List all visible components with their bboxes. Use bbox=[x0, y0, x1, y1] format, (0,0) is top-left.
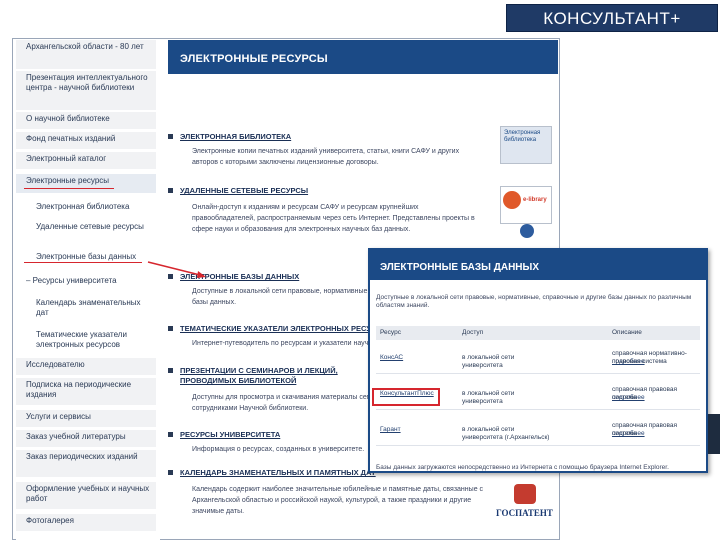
highlight-underline bbox=[24, 262, 142, 263]
resource-link[interactable]: КонсАС bbox=[380, 354, 403, 361]
sidebar-item-anniversary[interactable]: Архангельской области - 80 лет bbox=[16, 40, 156, 70]
section-title-link[interactable]: ЭЛЕКТРОННЫЕ БАЗЫ ДАННЫХ bbox=[180, 272, 299, 281]
sidebar-item-label: Подписка на периодические издания bbox=[26, 380, 132, 399]
access-cell: в локальной сети университета bbox=[462, 390, 515, 405]
sidebar-item-label: Тематические указатели электронных ресур… bbox=[36, 330, 127, 349]
section-title-link[interactable]: ТЕМАТИЧЕСКИЕ УКАЗАТЕЛИ ЭЛЕКТРОННЫХ РЕСУР… bbox=[180, 324, 392, 333]
column-header-resource: Ресурс bbox=[380, 329, 401, 336]
bullet-icon bbox=[168, 470, 173, 475]
bullet-icon bbox=[168, 134, 173, 139]
globe-icon bbox=[520, 224, 534, 238]
section-description: Календарь содержит наиболее значительные… bbox=[192, 486, 484, 515]
sidebar-item-presentation[interactable]: Презентация интеллектуального центра - н… bbox=[16, 71, 156, 111]
sidebar-item-photo-gallery[interactable]: Фотогалерея bbox=[16, 514, 156, 532]
sidebar-item-label: Оформление учебных и научных работ bbox=[26, 484, 150, 503]
sidebar: Архангельской области - 80 лет Презентац… bbox=[16, 40, 160, 540]
sidebar-item-print-fund[interactable]: Фонд печатных изданий bbox=[16, 132, 156, 150]
sidebar-item-thematic-indexes[interactable]: Тематические указатели электронных ресур… bbox=[20, 328, 156, 352]
section-title-link[interactable]: ЭЛЕКТРОННАЯ БИБЛИОТЕКА bbox=[180, 132, 291, 141]
sidebar-item-remote-resources[interactable]: Удаленные сетевые ресурсы bbox=[20, 220, 156, 244]
description-text: справочная нормативно-правовая система bbox=[612, 350, 687, 365]
sidebar-item-label: Услуги и сервисы bbox=[26, 412, 91, 421]
sidebar-item-e-library[interactable]: Электронная библиотека bbox=[20, 200, 156, 216]
sidebar-item-label: Заказ периодических изданий bbox=[26, 452, 138, 461]
sidebar-item-label: – Ресурсы университета bbox=[26, 276, 117, 285]
thumbnail-caption: e-library bbox=[523, 197, 547, 203]
column-header-description: Описание bbox=[612, 329, 642, 336]
table-row: КонсАС в локальной сети университета спр… bbox=[376, 344, 700, 374]
bullet-icon bbox=[168, 326, 173, 331]
bullet-icon bbox=[168, 274, 173, 279]
sidebar-item-label: Исследователю bbox=[26, 360, 85, 369]
description-cell: справочная нормативно-правовая система по… bbox=[612, 350, 698, 366]
sidebar-item-calendar[interactable]: Календарь знаменательных дат bbox=[20, 296, 156, 320]
sidebar-item-label: Архангельской области - 80 лет bbox=[26, 42, 144, 51]
description-cell: справочная правовая система подробнее bbox=[612, 386, 698, 402]
highlight-box bbox=[372, 388, 440, 406]
sidebar-item-label: Фотогалерея bbox=[26, 516, 74, 525]
description-cell: справочная правовая система подробнее bbox=[612, 422, 698, 438]
column-header-access: Доступ bbox=[462, 329, 484, 336]
rospatent-logo-label: ГОСПАТЕНТ bbox=[496, 508, 553, 518]
section-description: Онлайн-доступ к изданиям и ресурсам САФУ… bbox=[192, 204, 475, 233]
sidebar-item-label: Заказ учебной литературы bbox=[26, 432, 126, 441]
description-text: справочная правовая система bbox=[612, 422, 678, 437]
bullet-icon bbox=[168, 432, 173, 437]
sidebar-item-label: Электронные ресурсы bbox=[26, 176, 110, 185]
sidebar-item-catalog[interactable]: Электронный каталог bbox=[16, 152, 156, 170]
sidebar-item-label: Удаленные сетевые ресурсы bbox=[36, 222, 144, 231]
section-title-link[interactable]: РЕСУРСЫ УНИВЕРСИТЕТА bbox=[180, 430, 280, 439]
popup-footer-note: Базы данных загружаются непосредственно … bbox=[376, 464, 669, 471]
page-title: ЭЛЕКТРОННЫЕ РЕСУРСЫ bbox=[168, 40, 558, 74]
sidebar-item-label: Презентация интеллектуального центра - н… bbox=[26, 73, 148, 92]
sidebar-item-services[interactable]: Услуги и сервисы bbox=[16, 410, 156, 428]
sidebar-item-about[interactable]: О научной библиотеке bbox=[16, 112, 156, 130]
sidebar-item-university-resources[interactable]: – Ресурсы университета bbox=[16, 274, 156, 290]
edge-block bbox=[708, 414, 720, 454]
databases-popup: ЭЛЕКТРОННЫЕ БАЗЫ ДАННЫХ Доступные в лока… bbox=[368, 248, 708, 473]
sidebar-item-order-periodicals[interactable]: Заказ периодических изданий bbox=[16, 450, 156, 478]
sidebar-item-label: Электронный каталог bbox=[26, 154, 107, 163]
sidebar-item-order-literature[interactable]: Заказ учебной литературы bbox=[16, 430, 156, 448]
popup-intro: Доступные в локальной сети правовые, нор… bbox=[376, 294, 692, 309]
resource-link[interactable]: Гарант bbox=[380, 426, 401, 433]
e-library-thumbnail[interactable]: Электронная библиотека bbox=[500, 126, 552, 164]
section-calendar: КАЛЕНДАРЬ ЗНАМЕНАТЕЛЬНЫХ И ПАМЯТНЫХ ДАТ … bbox=[168, 468, 558, 538]
sidebar-item-researcher[interactable]: Исследователю bbox=[16, 358, 156, 376]
sidebar-item-label: О научной библиотеке bbox=[26, 114, 110, 123]
section-description: Электронные копии печатных изданий униве… bbox=[192, 148, 460, 166]
popup-title: ЭЛЕКТРОННЫЕ БАЗЫ ДАННЫХ bbox=[370, 250, 706, 280]
table-header: Ресурс Доступ Описание bbox=[376, 326, 700, 340]
coat-of-arms-icon bbox=[514, 484, 536, 504]
brand-label: КОНСУЛЬТАНТ+ bbox=[506, 4, 718, 32]
access-cell: в локальной сети университета bbox=[462, 354, 515, 369]
elibrary-logo-icon bbox=[503, 191, 521, 209]
elibrary-logo[interactable]: e-library bbox=[500, 186, 552, 224]
thumbnail-caption: Электронная библиотека bbox=[504, 130, 541, 143]
sidebar-item-label: Фонд печатных изданий bbox=[26, 134, 116, 143]
access-cell: в локальной сети университета (г.Арханге… bbox=[462, 426, 550, 441]
sidebar-item-label: Электронная библиотека bbox=[36, 202, 130, 211]
description-text: справочная правовая система bbox=[612, 386, 678, 401]
table-row: Гарант в локальной сети университета (г.… bbox=[376, 416, 700, 446]
sidebar-item-subscription[interactable]: Подписка на периодические издания bbox=[16, 378, 156, 406]
bullet-icon bbox=[168, 188, 173, 193]
section-title-link[interactable]: ПРЕЗЕНТАЦИИ С СЕМИНАРОВ И ЛЕКЦИЙ, ПРОВОД… bbox=[180, 366, 380, 386]
sidebar-item-formatting[interactable]: Оформление учебных и научных работ bbox=[16, 482, 156, 510]
sidebar-item-label: Календарь знаменательных дат bbox=[36, 298, 141, 317]
section-title-link[interactable]: КАЛЕНДАРЬ ЗНАМЕНАТЕЛЬНЫХ И ПАМЯТНЫХ ДАТ bbox=[180, 468, 376, 477]
sidebar-item-electronic-resources[interactable]: Электронные ресурсы bbox=[16, 174, 156, 194]
top-bar: КОНСУЛЬТАНТ+ bbox=[0, 0, 720, 36]
sidebar-item-label: Электронные базы данных bbox=[36, 252, 137, 261]
highlight-underline bbox=[24, 188, 114, 189]
bullet-icon bbox=[168, 368, 173, 373]
section-title-link[interactable]: УДАЛЕННЫЕ СЕТЕВЫЕ РЕСУРСЫ bbox=[180, 186, 308, 195]
